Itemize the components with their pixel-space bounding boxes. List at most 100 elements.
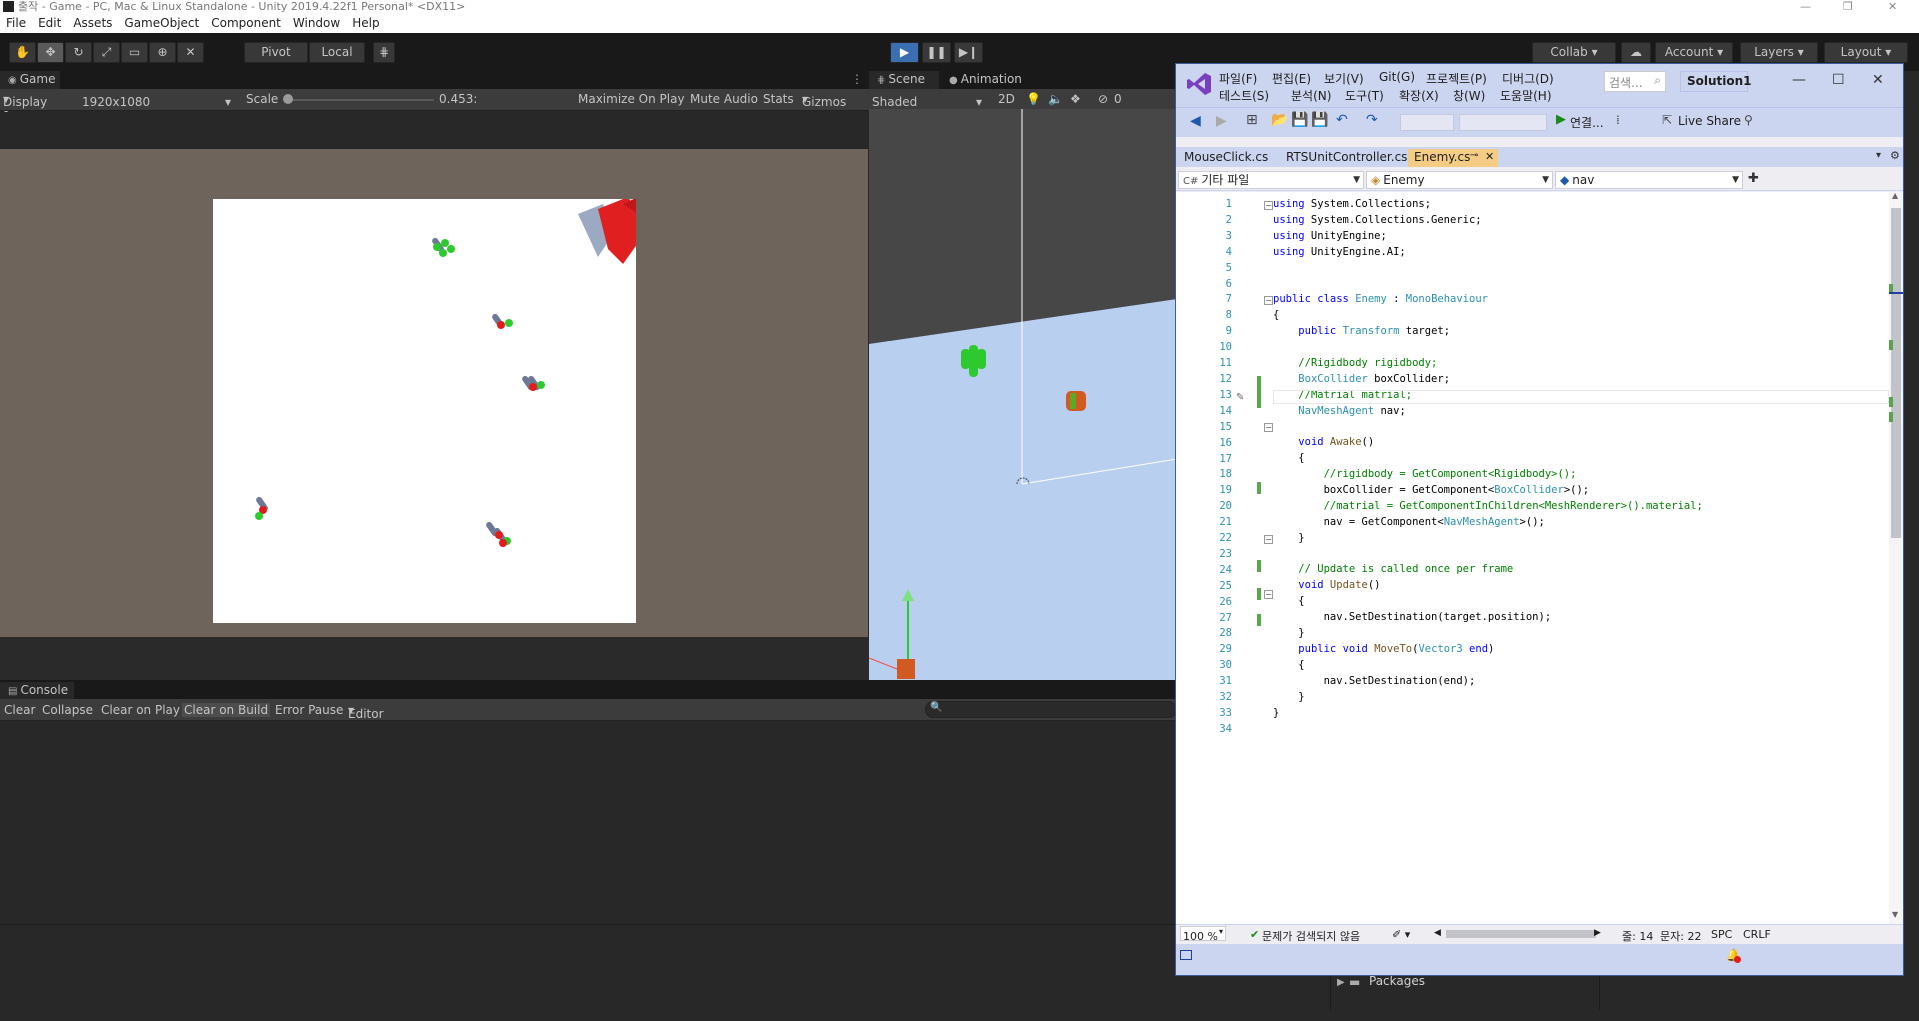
code-line[interactable]: nav.SetDestination(target.position); <box>1273 610 1703 626</box>
close-icon[interactable]: ✕ <box>1872 72 1884 88</box>
scale-slider-thumb[interactable] <box>283 94 293 104</box>
minimize-icon[interactable]: — <box>1792 72 1806 88</box>
tab-rtsunitcontroller[interactable]: RTSUnitController.cs <box>1280 149 1407 167</box>
member-dropdown[interactable]: ◆ nav ▼ <box>1555 171 1743 189</box>
grid-snap-icon[interactable]: ⋕ <box>373 42 395 63</box>
fold-toggle[interactable]: − <box>1264 296 1273 305</box>
panel-menu-icon[interactable]: ⋮ <box>851 72 863 86</box>
collab-button[interactable]: Collab ▾ <box>1532 42 1616 63</box>
display-dropdown[interactable]: Display 1 ▾ <box>3 92 47 123</box>
vs-menu-edit[interactable]: 편집(E) <box>1272 70 1311 87</box>
menu-edit[interactable]: Edit <box>32 13 67 30</box>
rect-tool-icon[interactable]: ▭ <box>121 42 148 63</box>
code-line[interactable]: //matrial = GetComponentInChildren<MeshR… <box>1273 499 1703 515</box>
code-line[interactable] <box>1273 419 1703 435</box>
feedback-icon[interactable]: ⚲ <box>1744 113 1753 127</box>
new-item-icon[interactable]: ⊞ <box>1246 112 1258 128</box>
project-dropdown[interactable]: C# 기타 파일 ▼ <box>1178 171 1364 189</box>
lighting-icon[interactable]: 💡 <box>1026 92 1041 106</box>
cloud-icon[interactable]: ☁ <box>1621 42 1651 63</box>
clear-button[interactable]: Clear <box>4 703 35 717</box>
breakpoint-icon[interactable]: ⁞ <box>1616 113 1620 127</box>
scale-tool-icon[interactable]: ⤢ <box>93 42 120 63</box>
step-button[interactable]: ▶❙ <box>954 42 983 63</box>
code-line[interactable]: } <box>1273 531 1703 547</box>
undo-icon[interactable]: ↶ <box>1336 112 1348 128</box>
code-line[interactable]: boxCollider = GetComponent<BoxCollider>(… <box>1273 483 1703 499</box>
fold-toggle[interactable]: − <box>1264 201 1273 210</box>
code-line[interactable]: { <box>1273 594 1703 610</box>
code-text[interactable]: using System.Collections; using System.Co… <box>1273 197 1703 737</box>
mute-audio-button[interactable]: Mute Audio <box>690 92 758 106</box>
vs-menu-debug[interactable]: 디버그(D) <box>1502 70 1554 87</box>
redo-icon[interactable]: ↷ <box>1366 112 1378 128</box>
connect-button[interactable]: 연결... <box>1570 114 1604 131</box>
code-line[interactable]: { <box>1273 658 1703 674</box>
rotate-tool-icon[interactable]: ↻ <box>65 42 92 63</box>
packages-folder[interactable]: Packages <box>1369 974 1425 988</box>
console-search-input[interactable]: 🔍 <box>925 701 1177 718</box>
menu-file[interactable]: File <box>0 13 32 30</box>
code-line[interactable]: } <box>1273 690 1703 706</box>
custom-tool-icon[interactable]: ✕ <box>177 42 204 63</box>
code-line[interactable] <box>1273 276 1703 292</box>
horizontal-scrollbar-thumb[interactable] <box>1446 930 1596 938</box>
expand-arrow-icon[interactable]: ▶ <box>1337 977 1345 988</box>
scroll-down-icon[interactable]: ▼ <box>1892 910 1898 919</box>
clear-on-play-button[interactable]: Clear on Play <box>101 703 180 717</box>
start-icon[interactable]: ▶ <box>1556 112 1566 127</box>
code-line[interactable]: //Rigidbody rigidbody; <box>1273 356 1703 372</box>
vs-solution-name[interactable]: Solution1 <box>1680 71 1752 92</box>
back-icon[interactable]: ◀ <box>1190 113 1201 129</box>
config-dropdown[interactable] <box>1400 114 1454 131</box>
code-line[interactable] <box>1273 721 1703 737</box>
menu-component[interactable]: Component <box>205 13 287 30</box>
menu-help[interactable]: Help <box>346 13 385 30</box>
close-tab-icon[interactable]: ✕ <box>1485 150 1494 163</box>
layout-dropdown[interactable]: Layout ▾ <box>1824 42 1908 63</box>
code-line[interactable]: } <box>1273 626 1703 642</box>
tab-console[interactable]: ▤ Console <box>0 682 74 700</box>
close-icon[interactable]: ✕ <box>1888 0 1897 13</box>
issues-status[interactable]: 문제가 검색되지 않음 <box>1262 928 1360 944</box>
forward-icon[interactable]: ▶ <box>1216 113 1227 129</box>
code-line[interactable]: using UnityEngine.AI; <box>1273 245 1703 261</box>
vs-menu-view[interactable]: 보기(V) <box>1324 70 1364 87</box>
maximize-icon[interactable]: ☐ <box>1832 72 1845 88</box>
code-line[interactable]: using System.Collections; <box>1273 197 1703 213</box>
zoom-dropdown[interactable]: 100 % ▾ <box>1180 926 1226 943</box>
tab-scene[interactable]: ⋕ Scene <box>869 71 939 89</box>
stats-button[interactable]: Stats <box>763 92 794 106</box>
output-window-icon[interactable] <box>1180 950 1192 960</box>
code-line[interactable]: // Update is called once per frame <box>1273 562 1703 578</box>
local-button[interactable]: Local <box>309 42 365 63</box>
audio-icon[interactable]: 🔈 <box>1048 92 1063 106</box>
fold-toggle[interactable]: − <box>1264 423 1273 432</box>
save-all-icon[interactable]: 💾 <box>1311 112 1328 128</box>
code-line[interactable]: public class Enemy : MonoBehaviour <box>1273 292 1703 308</box>
editor-scrollbar[interactable]: ▲ ▼ <box>1889 191 1903 924</box>
class-dropdown[interactable]: ◈ Enemy ▼ <box>1366 171 1553 189</box>
game-render-area[interactable] <box>213 199 636 623</box>
minimize-icon[interactable]: — <box>1800 0 1811 13</box>
code-line[interactable] <box>1273 547 1703 563</box>
scale-slider[interactable] <box>284 99 434 101</box>
code-line[interactable]: nav.SetDestination(end); <box>1273 674 1703 690</box>
vs-menu-analyze[interactable]: 분석(N) <box>1291 87 1331 104</box>
code-line[interactable]: } <box>1273 706 1703 722</box>
fold-toggle[interactable]: − <box>1264 590 1273 599</box>
code-line[interactable]: using UnityEngine; <box>1273 229 1703 245</box>
scroll-right-icon[interactable]: ▶ <box>1594 928 1601 938</box>
brush-icon[interactable]: ✐ ▾ <box>1392 928 1410 941</box>
code-line[interactable]: BoxCollider boxCollider; <box>1273 372 1703 388</box>
gear-icon[interactable]: ⚙ <box>1890 149 1900 162</box>
pause-button[interactable]: ❚❚ <box>922 42 951 63</box>
collapse-button[interactable]: Collapse <box>42 703 93 717</box>
tab-game[interactable]: ◉ Game <box>0 71 60 89</box>
transform-tool-icon[interactable]: ⊕ <box>149 42 176 63</box>
hand-tool-icon[interactable]: ✋ <box>9 42 36 63</box>
maximize-icon[interactable]: ❐ <box>1843 0 1853 13</box>
code-editor[interactable]: 1 2 3 4 5 6 7 8 9 10 11 12 13 14 15 16 17 18 19 20 21 22 23 24 2… <box>1176 192 1903 924</box>
vs-menu-tools[interactable]: 도구(T) <box>1345 87 1384 104</box>
vs-menu-git[interactable]: Git(G) <box>1379 70 1415 84</box>
